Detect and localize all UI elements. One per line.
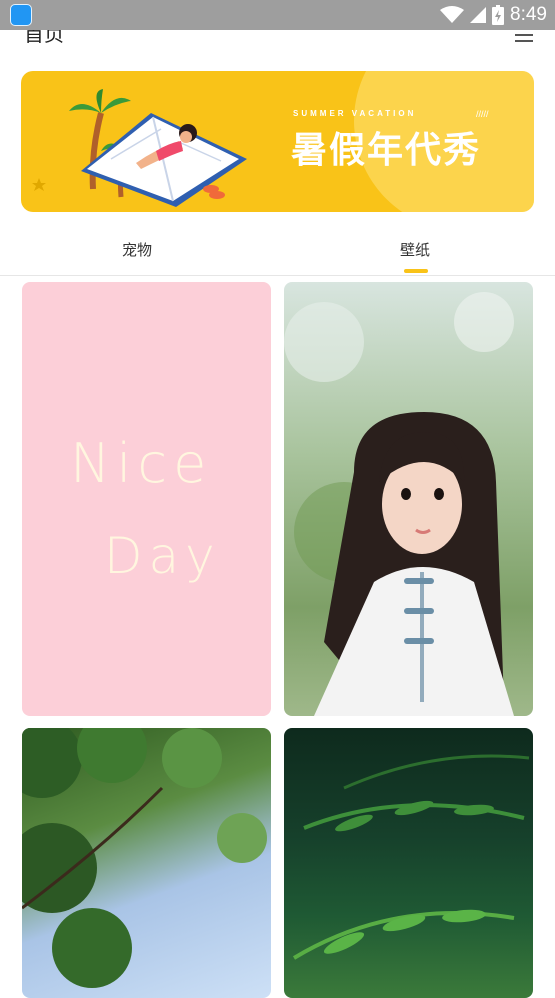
- app-icon: [10, 4, 32, 26]
- status-right: 8:49: [440, 0, 547, 30]
- wallpaper-text: Day: [104, 527, 221, 585]
- wifi-icon: [440, 6, 465, 23]
- banner-title: 暑假年代秀: [291, 130, 482, 171]
- green-fern-photo: [292, 754, 530, 960]
- status-bar: 8:49: [0, 0, 555, 30]
- banner-illustration: [32, 89, 247, 207]
- page-title: 首页: [24, 30, 64, 46]
- banner-decoration: /////: [476, 109, 489, 119]
- tab-wallpaper[interactable]: 壁纸: [400, 239, 430, 260]
- header: 首页: [0, 30, 555, 60]
- banner[interactable]: SUMMER VACATION ///// 暑假年代秀: [21, 71, 534, 212]
- menu-icon[interactable]: [515, 30, 533, 46]
- banner-subtitle: SUMMER VACATION: [293, 109, 417, 118]
- wallpaper-card[interactable]: [22, 728, 271, 998]
- wallpaper-card[interactable]: Nice Day: [22, 282, 271, 716]
- battery-charging-icon: [492, 5, 505, 25]
- status-time: 8:49: [510, 4, 547, 25]
- wallpaper-card[interactable]: [284, 282, 533, 716]
- signal-icon: [470, 7, 487, 23]
- girl-photo: [284, 292, 514, 716]
- wallpaper-text: Nice: [70, 432, 213, 495]
- tab-pets[interactable]: 宠物: [122, 239, 152, 260]
- tab-active-indicator: [404, 269, 428, 273]
- leaves-sky-photo: [22, 728, 267, 988]
- tab-bar: 宠物 壁纸: [0, 225, 555, 276]
- wallpaper-card[interactable]: [284, 728, 533, 998]
